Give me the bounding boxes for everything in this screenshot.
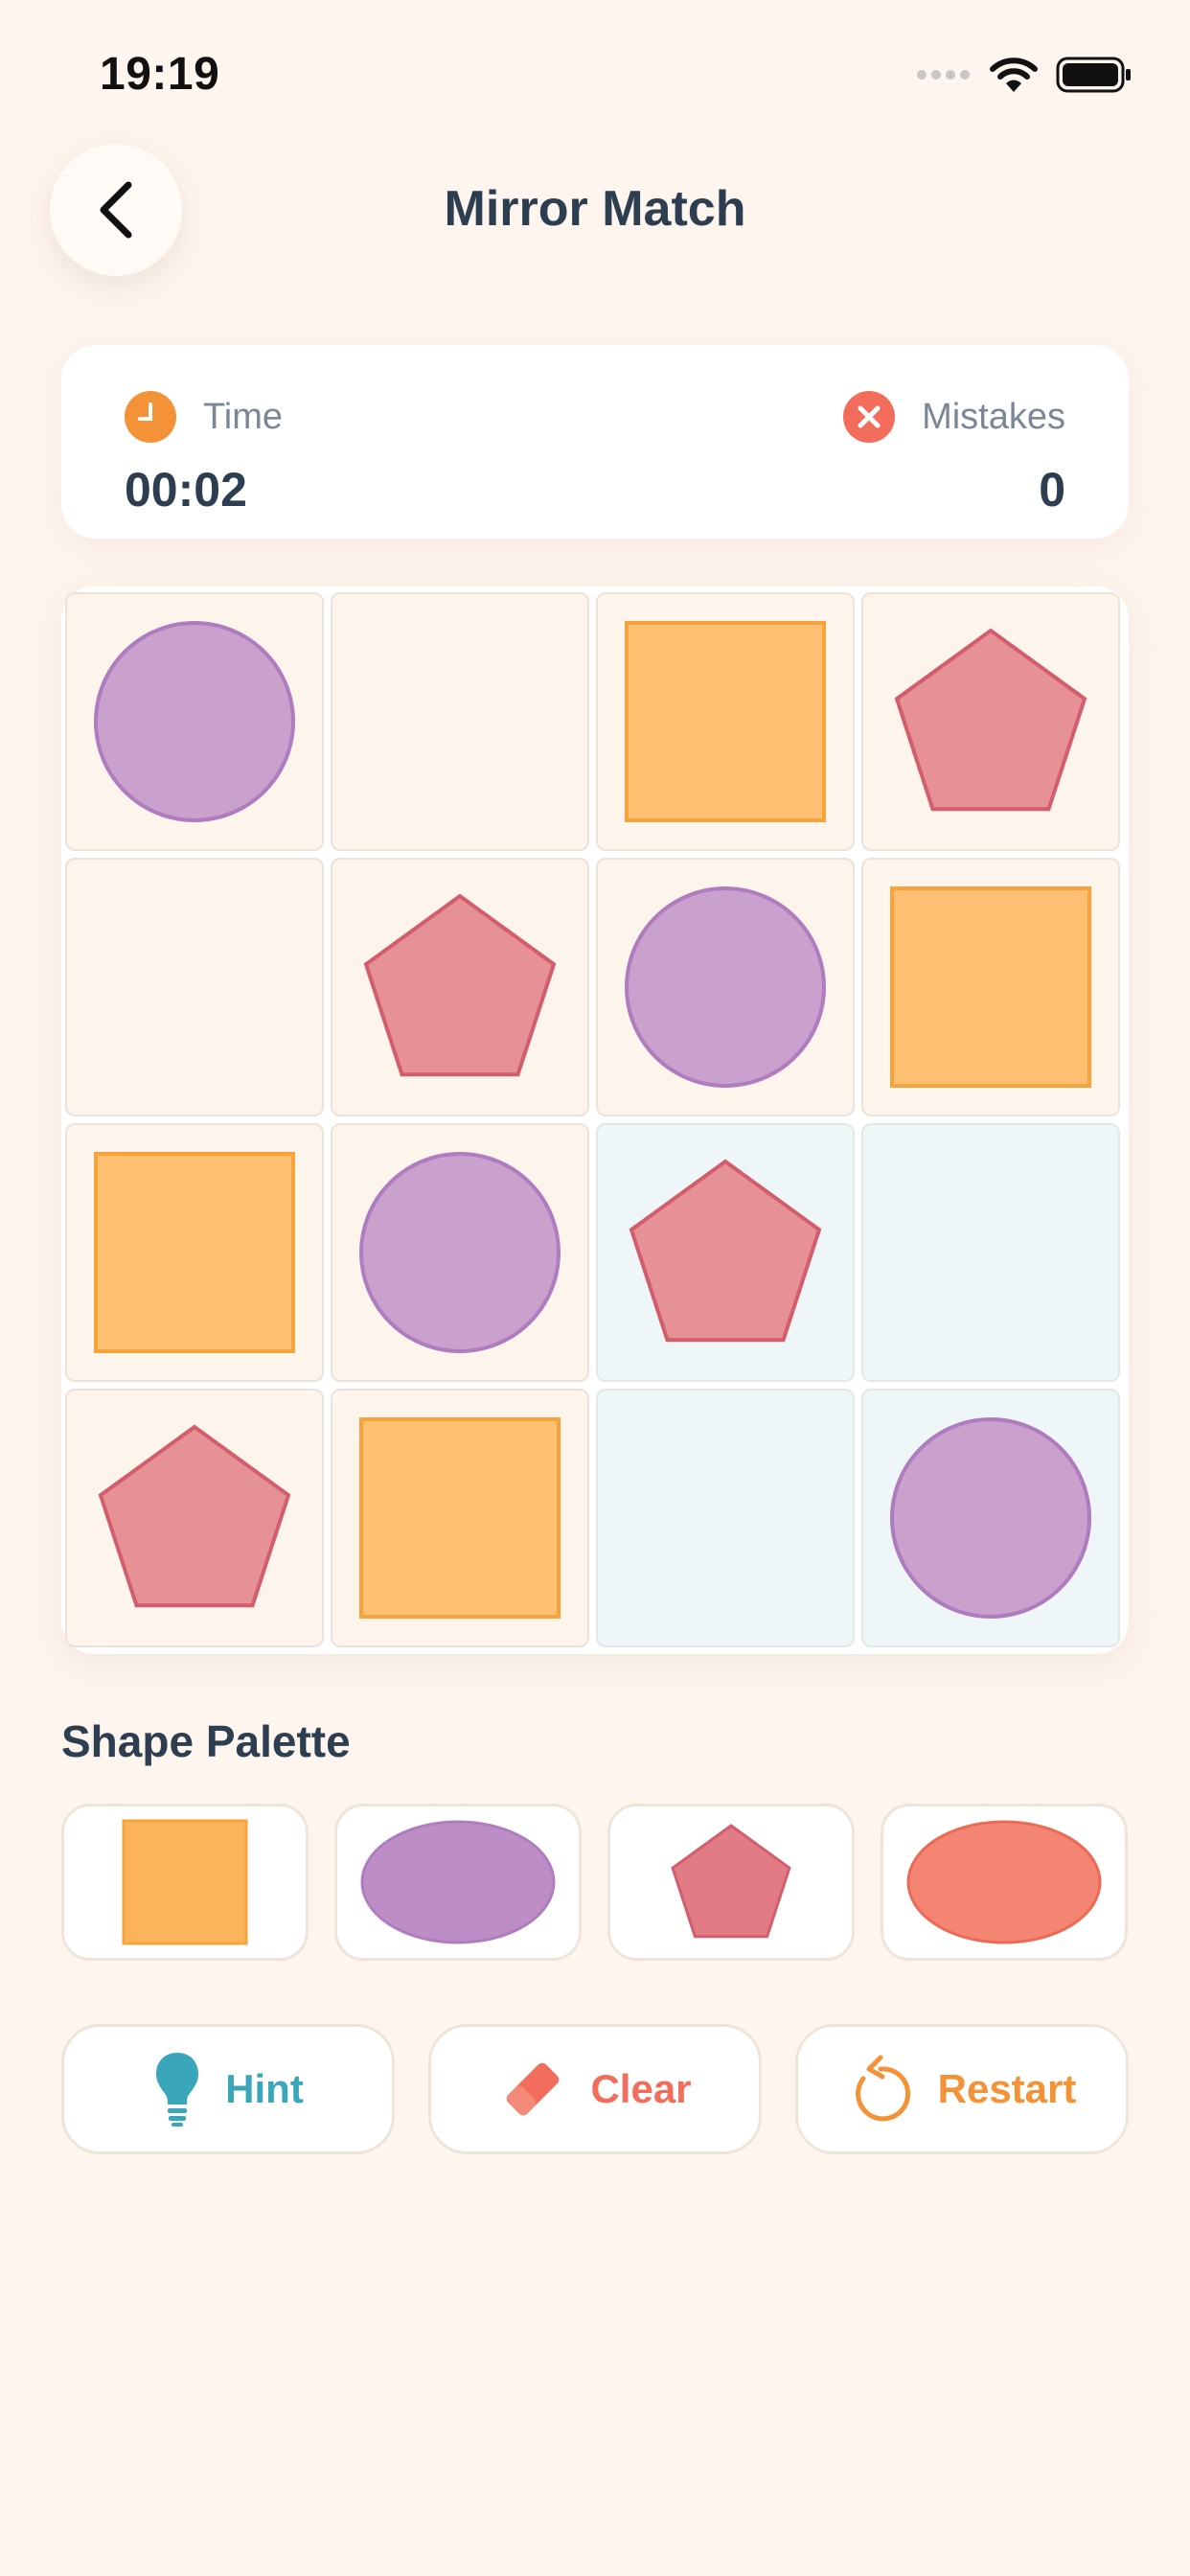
mistakes-value: 0 <box>1039 463 1065 517</box>
board-cell-r4-c1[interactable] <box>65 1389 324 1647</box>
square-shape <box>890 886 1091 1088</box>
palette-coral-ellipse[interactable] <box>881 1804 1128 1961</box>
board-cell-r1-c1[interactable] <box>65 592 324 851</box>
square-shape <box>359 1417 561 1619</box>
stats-card: Time 00:02 Mistakes 0 <box>61 345 1129 539</box>
board-cell-r2-c4[interactable] <box>861 858 1120 1116</box>
wifi-icon <box>990 58 1038 92</box>
square-swatch <box>122 1819 248 1945</box>
circle-shape <box>359 1152 561 1353</box>
board-cell-r3-c1[interactable] <box>65 1123 324 1382</box>
signal-icon <box>917 70 970 80</box>
ellipse-swatch <box>906 1820 1102 1944</box>
ellipse-swatch <box>360 1820 556 1944</box>
board-cell-r1-c2[interactable] <box>331 592 589 851</box>
restart-icon <box>855 2055 910 2122</box>
palette-orange-square[interactable] <box>61 1804 309 1961</box>
board-cell-r3-c4[interactable] <box>861 1123 1120 1382</box>
mistakes-label: Mistakes <box>922 396 1065 437</box>
circle-shape <box>94 621 295 822</box>
board-cell-r1-c3[interactable] <box>596 592 855 851</box>
clear-button[interactable]: Clear <box>428 2024 762 2154</box>
square-shape <box>625 621 826 822</box>
board-cell-r4-c4[interactable] <box>861 1389 1120 1647</box>
page-title: Mirror Match <box>444 181 746 237</box>
square-shape <box>94 1152 295 1353</box>
status-bar: 19:19 <box>0 0 1190 144</box>
puzzle-board <box>61 586 1129 1654</box>
pentagon-shape <box>894 628 1087 812</box>
lightbulb-icon <box>156 2053 199 2127</box>
x-circle-icon <box>843 391 896 443</box>
clear-label: Clear <box>590 2066 692 2111</box>
palette-purple-ellipse[interactable] <box>334 1804 582 1961</box>
pentagon-shape <box>98 1424 291 1608</box>
board-cell-r2-c2[interactable] <box>331 858 589 1116</box>
battery-icon <box>1056 57 1131 93</box>
circle-shape <box>890 1417 1091 1619</box>
board-cell-r2-c1[interactable] <box>65 858 324 1116</box>
palette-red-pentagon[interactable] <box>607 1804 855 1961</box>
restart-label: Restart <box>937 2066 1077 2111</box>
time-value: 00:02 <box>125 463 247 517</box>
status-time: 19:19 <box>100 49 220 100</box>
board-cell-r3-c3[interactable] <box>596 1123 855 1382</box>
hint-label: Hint <box>225 2066 304 2111</box>
pentagon-shape <box>629 1159 822 1343</box>
status-icons <box>916 56 1133 94</box>
restart-button[interactable]: Restart <box>795 2024 1129 2154</box>
pentagon-swatch <box>671 1824 791 1939</box>
board-cell-r4-c3[interactable] <box>596 1389 855 1647</box>
time-label: Time <box>203 396 284 437</box>
pentagon-shape <box>363 893 557 1077</box>
board-cell-r2-c3[interactable] <box>596 858 855 1116</box>
eraser-icon <box>507 2062 560 2116</box>
circle-shape <box>625 886 826 1088</box>
board-cell-r3-c2[interactable] <box>331 1123 589 1382</box>
clock-icon <box>125 391 176 443</box>
board-cell-r4-c2[interactable] <box>331 1389 589 1647</box>
board-cell-r1-c4[interactable] <box>861 592 1120 851</box>
palette-title: Shape Palette <box>61 1716 351 1766</box>
hint-button[interactable]: Hint <box>61 2024 395 2154</box>
